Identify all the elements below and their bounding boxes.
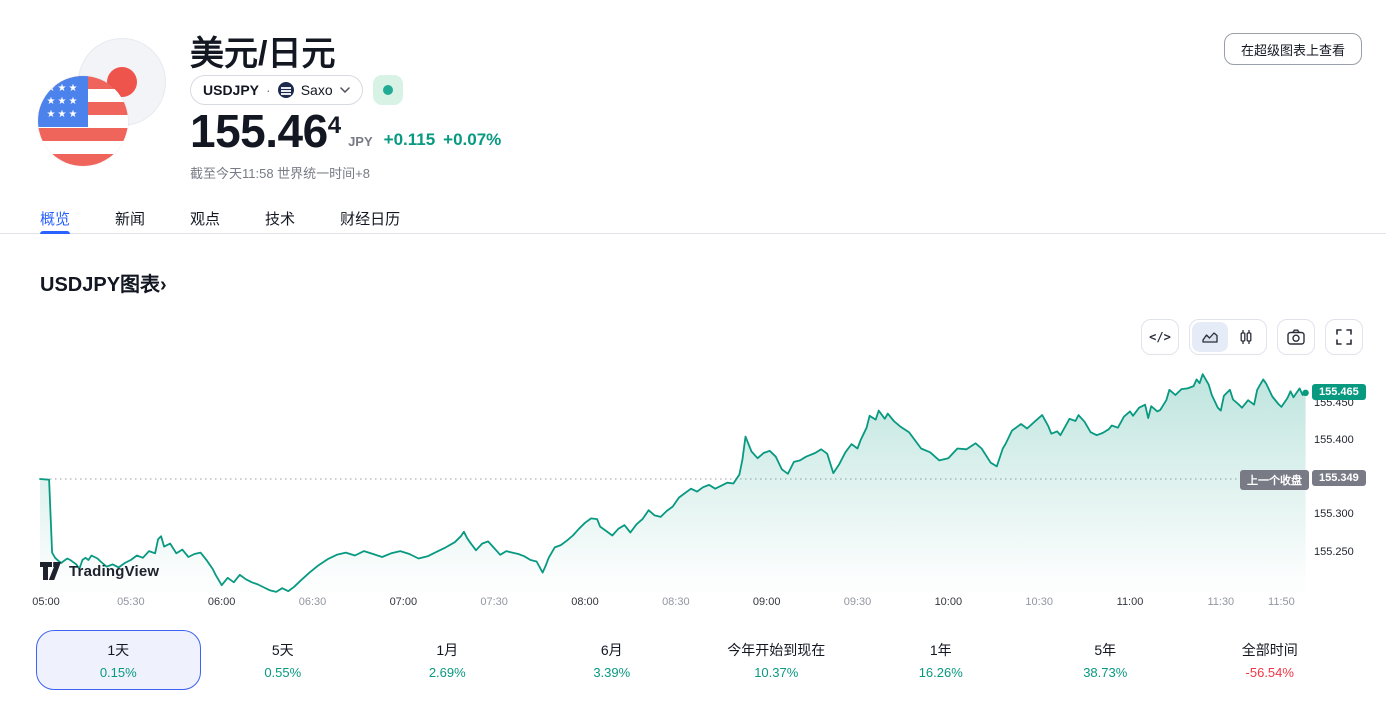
fullscreen-button[interactable] bbox=[1325, 319, 1363, 355]
change-percent: +0.07% bbox=[443, 130, 501, 150]
saxo-exchange-icon bbox=[278, 82, 294, 98]
market-open-dot bbox=[383, 85, 393, 95]
last-price-dot bbox=[1302, 390, 1308, 396]
prev-close-badge: 155.349 bbox=[1312, 470, 1366, 486]
tab-overview[interactable]: 概览 bbox=[40, 204, 70, 233]
chevron-down-icon bbox=[340, 87, 350, 93]
open-superchart-button[interactable]: 在超级图表上查看 bbox=[1224, 33, 1362, 65]
time-axis-label: 07:00 bbox=[390, 596, 418, 608]
time-axis-label: 10:30 bbox=[1025, 596, 1053, 608]
section-tabbar: 概览 新闻 观点 技术 财经日历 bbox=[0, 204, 1386, 234]
timeframe-5y[interactable]: 5年 38.73% bbox=[1023, 630, 1188, 690]
time-axis-label: 08:30 bbox=[662, 596, 690, 608]
tradingview-attribution[interactable]: TradingView bbox=[40, 562, 159, 580]
market-status-indicator bbox=[373, 75, 403, 105]
tab-ideas[interactable]: 观点 bbox=[190, 204, 220, 233]
time-axis-label: 07:30 bbox=[480, 596, 508, 608]
tab-economic-calendar[interactable]: 财经日历 bbox=[340, 204, 400, 233]
timeframe-5d[interactable]: 5天 0.55% bbox=[201, 630, 366, 690]
tradingview-logo-text: TradingView bbox=[69, 563, 159, 580]
fullscreen-icon bbox=[1336, 329, 1352, 345]
chart-type-switch bbox=[1189, 319, 1267, 355]
price-axis-label: 155.250 bbox=[1314, 546, 1354, 558]
timeframe-1y[interactable]: 1年 16.26% bbox=[859, 630, 1024, 690]
code-icon: </> bbox=[1149, 330, 1171, 344]
symbol-code: USDJPY bbox=[203, 82, 259, 98]
last-price-fraction: 4 bbox=[328, 114, 341, 138]
time-axis-label: 08:00 bbox=[571, 596, 599, 608]
price-area-fill bbox=[40, 374, 1306, 592]
time-axis-label: 09:30 bbox=[844, 596, 872, 608]
candlestick-chart-type-button[interactable] bbox=[1228, 322, 1264, 352]
us-flag-icon: ★★★★★★★★★ bbox=[38, 76, 128, 166]
currency-label: JPY bbox=[348, 134, 373, 149]
chart-toolbar: </> bbox=[1141, 319, 1363, 355]
price-block: 155.46 4 JPY +0.115 +0.07% bbox=[190, 108, 501, 154]
time-axis-label: 11:30 bbox=[1207, 596, 1234, 608]
prev-close-label: 上一个收盘 bbox=[1240, 470, 1309, 490]
time-axis-label: 05:00 bbox=[32, 596, 60, 608]
tab-technicals[interactable]: 技术 bbox=[265, 204, 295, 233]
separator-dot: · bbox=[266, 82, 271, 98]
time-axis-label: 05:30 bbox=[117, 596, 145, 608]
usdjpy-overview-page: ★★★★★★★★★ 美元/日元 USDJPY · Saxo 155.46 4 J… bbox=[0, 0, 1386, 705]
price-axis-label: 155.300 bbox=[1314, 508, 1354, 520]
as-of-timestamp: 截至今天11:58 世界统一时间+8 bbox=[190, 163, 370, 182]
timeframe-all[interactable]: 全部时间 -56.54% bbox=[1188, 630, 1353, 690]
area-chart-icon bbox=[1201, 330, 1219, 344]
tab-news[interactable]: 新闻 bbox=[115, 204, 145, 233]
chart-canvas[interactable] bbox=[0, 365, 1386, 620]
timeframe-1d[interactable]: 1天 0.15% bbox=[36, 630, 201, 690]
camera-icon bbox=[1287, 329, 1305, 345]
time-axis-label: 10:00 bbox=[935, 596, 963, 608]
last-price: 155.46 bbox=[190, 108, 328, 154]
chart-section-title[interactable]: USDJPY图表› bbox=[40, 268, 167, 297]
timeframe-6m[interactable]: 6月 3.39% bbox=[530, 630, 695, 690]
price-axis-label: 155.400 bbox=[1314, 434, 1354, 446]
change-absolute: +0.115 bbox=[384, 130, 436, 150]
page-title: 美元/日元 bbox=[190, 26, 335, 75]
price-chart[interactable]: 05:00 05:30 06:00 06:30 07:00 07:30 08:00 08:30… bbox=[0, 365, 1386, 620]
time-axis-label: 09:00 bbox=[753, 596, 781, 608]
symbol-selector[interactable]: USDJPY · Saxo bbox=[190, 75, 363, 105]
timeframe-selector: 1天 0.15% 5天 0.55% 1月 2.69% 6月 3.39% 今年开始… bbox=[36, 630, 1352, 690]
time-axis-label: 06:00 bbox=[208, 596, 236, 608]
exchange-name: Saxo bbox=[301, 82, 333, 98]
currency-pair-logo: ★★★★★★★★★ bbox=[38, 38, 166, 166]
timeframe-1m[interactable]: 1月 2.69% bbox=[365, 630, 530, 690]
time-axis-label: 11:00 bbox=[1117, 596, 1144, 608]
tradingview-logo-icon bbox=[40, 562, 62, 580]
last-price-badge: 155.465 bbox=[1312, 384, 1366, 400]
timeframe-ytd[interactable]: 今年开始到现在 10.37% bbox=[694, 630, 859, 690]
snapshot-button[interactable] bbox=[1277, 319, 1315, 355]
us-flag-canton: ★★★★★★★★★ bbox=[38, 76, 88, 127]
time-axis-label: 11:50 bbox=[1268, 596, 1295, 608]
time-axis-label: 06:30 bbox=[299, 596, 327, 608]
candlestick-icon bbox=[1238, 329, 1254, 345]
embed-code-button[interactable]: </> bbox=[1141, 319, 1179, 355]
area-chart-type-button[interactable] bbox=[1192, 322, 1228, 352]
